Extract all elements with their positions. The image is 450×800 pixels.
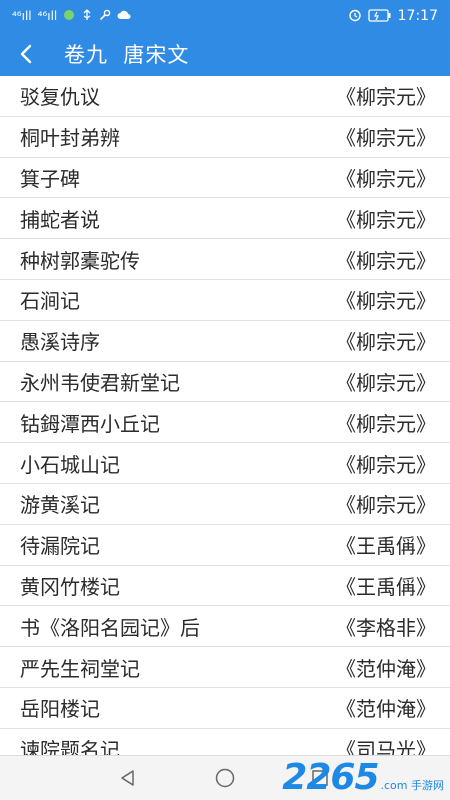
app-bar: 卷九 唐宋文 [0, 32, 450, 76]
watermark-logo: 2265 .com 手游网 [282, 760, 444, 796]
status-right: 17:17 [348, 8, 438, 24]
list-item[interactable]: 黄冈竹楼记 《王禹偁》 [0, 566, 450, 607]
item-author: 《王禹偁》 [336, 534, 436, 559]
item-title: 书《洛阳名园记》后 [20, 615, 200, 640]
status-time: 17:17 [397, 8, 438, 24]
item-author: 《范仲淹》 [336, 656, 436, 681]
item-author: 《王禹偁》 [336, 574, 436, 599]
battery-icon [367, 8, 392, 24]
list-item[interactable]: 游黄溪记 《柳宗元》 [0, 484, 450, 525]
list-item[interactable]: 岳阳楼记 《范仲淹》 [0, 688, 450, 729]
item-title: 石涧记 [20, 289, 80, 314]
item-author: 《柳宗元》 [336, 166, 436, 191]
triangle-back-icon [121, 770, 134, 786]
item-author: 《范仲淹》 [336, 697, 436, 722]
list-item[interactable]: 严先生祠堂记 《范仲淹》 [0, 647, 450, 688]
item-title: 驳复仇议 [20, 85, 100, 110]
list-item[interactable]: 愚溪诗序 《柳宗元》 [0, 321, 450, 362]
signal-icon: ⁴⁶ıll [12, 9, 32, 23]
list-item[interactable]: 箕子碑 《柳宗元》 [0, 158, 450, 199]
item-author: 《柳宗元》 [336, 330, 436, 355]
item-author: 《司马光》 [336, 738, 436, 756]
list-item[interactable]: 钴鉧潭西小丘记 《柳宗元》 [0, 402, 450, 444]
item-title: 捕蛇者说 [20, 207, 100, 232]
signal-icon: ⁴⁶ıll [37, 9, 58, 23]
watermark-sub: .com 手游网 [380, 779, 445, 792]
nav-home-button[interactable] [205, 758, 245, 798]
chevron-left-icon [20, 44, 32, 64]
item-author: 《柳宗元》 [336, 126, 436, 151]
item-author: 《柳宗元》 [336, 85, 436, 110]
nav-back-button[interactable] [108, 758, 148, 798]
list-item[interactable]: 捕蛇者说 《柳宗元》 [0, 198, 450, 240]
item-title: 严先生祠堂记 [20, 656, 140, 681]
list-item[interactable]: 种树郭橐驼传 《柳宗元》 [0, 239, 450, 280]
item-title: 箕子碑 [20, 166, 80, 191]
key-icon [99, 9, 111, 23]
item-title: 谏院题名记 [20, 738, 120, 756]
item-title: 黄冈竹楼记 [20, 574, 120, 599]
item-author: 《柳宗元》 [336, 411, 436, 436]
list-item[interactable]: 书《洛阳名园记》后 《李格非》 [0, 606, 450, 648]
item-author: 《柳宗元》 [336, 370, 436, 395]
item-author: 《柳宗元》 [336, 493, 436, 518]
list-item[interactable]: 石涧记 《柳宗元》 [0, 280, 450, 321]
system-nav-bar: 2265 .com 手游网 [0, 755, 450, 800]
item-title: 愚溪诗序 [20, 330, 100, 355]
item-title: 钴鉧潭西小丘记 [20, 411, 160, 436]
status-bar: ⁴⁶ıll ⁴⁶ıll 17:17 [0, 0, 450, 32]
app-icon [63, 9, 75, 23]
list-item[interactable]: 谏院题名记 《司马光》 [0, 729, 450, 756]
usb-icon [81, 9, 93, 23]
page-title: 卷九 唐宋文 [64, 43, 190, 67]
cloud-icon [117, 9, 131, 23]
chapter-list: 驳复仇议 《柳宗元》 桐叶封弟辨 《柳宗元》 箕子碑 《柳宗元》 捕蛇者说 《柳宗元》 种树郭橐… [0, 76, 450, 756]
item-author: 《柳宗元》 [336, 289, 436, 314]
item-title: 待漏院记 [20, 534, 100, 559]
item-title: 种树郭橐驼传 [20, 248, 140, 273]
item-author: 《柳宗元》 [336, 248, 436, 273]
item-author: 《李格非》 [336, 615, 436, 640]
item-title: 游黄溪记 [20, 493, 100, 518]
item-title: 岳阳楼记 [20, 697, 100, 722]
alarm-icon [348, 8, 362, 24]
list-item[interactable]: 小石城山记 《柳宗元》 [0, 443, 450, 484]
item-author: 《柳宗元》 [336, 452, 436, 477]
circle-home-icon [215, 768, 235, 788]
item-title: 永州韦使君新堂记 [20, 370, 180, 395]
item-title: 桐叶封弟辨 [20, 126, 120, 151]
item-author: 《柳宗元》 [336, 207, 436, 232]
list-item[interactable]: 待漏院记 《王禹偁》 [0, 525, 450, 566]
list-item[interactable]: 驳复仇议 《柳宗元》 [0, 76, 450, 117]
status-left: ⁴⁶ıll ⁴⁶ıll [12, 9, 131, 23]
back-button[interactable] [10, 38, 42, 70]
list-item[interactable]: 桐叶封弟辨 《柳宗元》 [0, 117, 450, 158]
watermark-main: 2265 [282, 757, 379, 798]
list-item[interactable]: 永州韦使君新堂记 《柳宗元》 [0, 362, 450, 403]
item-title: 小石城山记 [20, 452, 120, 477]
